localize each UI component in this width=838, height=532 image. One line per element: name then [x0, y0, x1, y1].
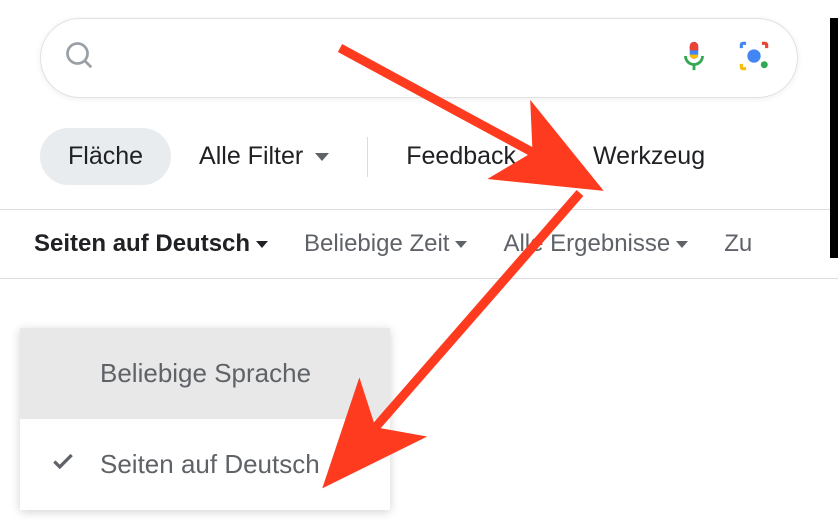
chip-feedback-label: Feedback: [406, 142, 516, 171]
chevron-down-icon: [315, 153, 329, 161]
chevron-down-icon: [676, 241, 688, 248]
dropdown-item-any-language[interactable]: Beliebige Sprache: [20, 328, 390, 419]
dropdown-item-label: Seiten auf Deutsch: [100, 449, 320, 479]
divider: [554, 137, 555, 177]
window-edge: [830, 18, 838, 258]
tool-results[interactable]: Alle Ergebnisse: [503, 230, 688, 258]
divider: [367, 137, 368, 177]
tool-reset[interactable]: Zu: [724, 230, 752, 258]
divider-h: [0, 278, 838, 279]
language-dropdown: Beliebige Sprache Seiten auf Deutsch: [20, 328, 390, 510]
tool-time[interactable]: Beliebige Zeit: [304, 230, 467, 258]
chip-area-label: Fläche: [68, 142, 143, 171]
dropdown-item-label: Beliebige Sprache: [100, 358, 311, 388]
search-input[interactable]: [115, 45, 677, 71]
chip-all-filters-label: Alle Filter: [199, 142, 303, 171]
chip-feedback[interactable]: Feedback: [378, 128, 544, 185]
chevron-down-icon: [256, 241, 268, 248]
mic-icon[interactable]: [677, 39, 711, 78]
dropdown-item-german-pages[interactable]: Seiten auf Deutsch: [20, 419, 390, 510]
search-bar[interactable]: [40, 18, 798, 98]
lens-icon[interactable]: [735, 37, 773, 80]
search-icon: [65, 41, 95, 76]
check-icon: [50, 448, 76, 481]
chip-all-filters[interactable]: Alle Filter: [171, 128, 357, 185]
tool-reset-label: Zu: [724, 230, 752, 258]
chip-area[interactable]: Fläche: [40, 128, 171, 185]
tool-results-label: Alle Ergebnisse: [503, 230, 670, 258]
tool-language[interactable]: Seiten auf Deutsch: [34, 230, 268, 258]
tool-time-label: Beliebige Zeit: [304, 230, 449, 258]
chips-row: Fläche Alle Filter Feedback Werkzeug: [0, 98, 838, 209]
chip-tools[interactable]: Werkzeug: [565, 128, 733, 185]
tool-language-label: Seiten auf Deutsch: [34, 230, 250, 258]
tools-row: Seiten auf Deutsch Beliebige Zeit Alle E…: [0, 210, 838, 278]
chip-tools-label: Werkzeug: [593, 142, 705, 171]
chevron-down-icon: [455, 241, 467, 248]
